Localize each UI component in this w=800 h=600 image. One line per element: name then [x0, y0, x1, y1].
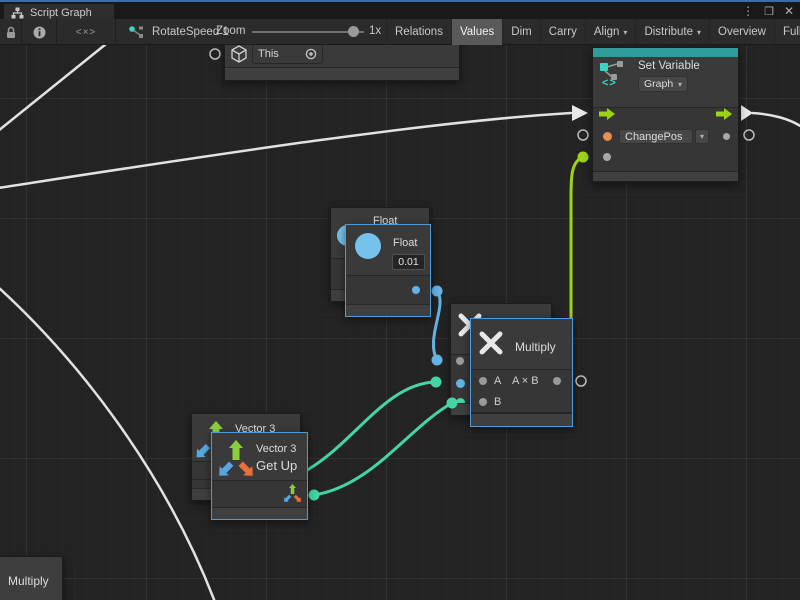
port-result-label: A × B: [512, 375, 539, 387]
graph-hierarchy-icon: [11, 7, 24, 19]
maximize-icon[interactable]: ❒: [764, 5, 774, 18]
fullscreen-button[interactable]: Full Screen: [774, 19, 800, 45]
code-brackets-icon: <>: [602, 77, 617, 89]
zoom-value: 1x: [369, 25, 381, 37]
distribute-dropdown[interactable]: Distribute ▾: [635, 19, 709, 45]
node-float[interactable]: Float 0.01: [345, 224, 431, 317]
variable-name-dropdown-button[interactable]: ▾: [695, 129, 709, 144]
result-port-dot[interactable]: [553, 377, 561, 385]
node-multiply-corner[interactable]: Multiply: [0, 556, 63, 600]
port-dot-orange[interactable]: [603, 132, 612, 141]
window-menu-icon[interactable]: ⋮: [742, 4, 754, 18]
cube-icon: [230, 45, 248, 63]
node-footer: [346, 304, 430, 316]
this-field-value: This: [258, 48, 305, 60]
chevron-down-icon: ▾: [700, 132, 704, 141]
multiply-icon: [477, 329, 505, 357]
zoom-label: Zoom: [216, 25, 245, 37]
port-b-dot[interactable]: [479, 398, 487, 406]
node-title: Vector 3: [256, 443, 296, 455]
node-title: Set Variable: [638, 60, 700, 72]
variable-scope-dropdown[interactable]: Graph ▾: [638, 76, 688, 92]
node-subtitle: Get Up: [256, 458, 297, 473]
info-button[interactable]: [22, 19, 57, 45]
output-port-dot[interactable]: [412, 286, 420, 294]
port-dot[interactable]: [723, 133, 730, 140]
vector3-sw-arrow-icon: [193, 441, 213, 461]
fullscreen-label: Full Screen: [783, 26, 800, 38]
script-graph-window: Float Vector 3: [0, 0, 800, 600]
node-title: Multiply: [515, 340, 556, 354]
float-icon: [355, 233, 381, 259]
variable-name-value: ChangePos: [625, 131, 683, 143]
align-dropdown[interactable]: Align ▾: [585, 19, 636, 45]
values-button[interactable]: Values: [451, 19, 502, 45]
overview-button[interactable]: Overview: [709, 19, 774, 45]
distribute-label: Distribute: [644, 26, 693, 38]
node-set-variable[interactable]: <> Set Variable Graph ▾ ChangePos ▾: [592, 47, 739, 182]
node-footer: [471, 413, 572, 426]
float-value: 0.01: [398, 256, 418, 268]
graph-breadcrumb[interactable]: RotateSpeed 1: [128, 19, 229, 45]
relations-button[interactable]: Relations: [386, 19, 451, 45]
chevron-down-icon: ▾: [697, 28, 701, 37]
align-label: Align: [594, 26, 620, 38]
code-preview-button[interactable]: <×>: [57, 19, 116, 45]
graph-toolbar: <×> RotateSpeed 1 Zoom 1x Relations Valu…: [0, 19, 800, 45]
port-a-label: A: [494, 375, 501, 387]
values-label: Values: [460, 26, 494, 38]
lock-button[interactable]: [0, 19, 22, 45]
this-object-field[interactable]: This: [252, 44, 323, 64]
port-b-label: B: [494, 396, 501, 408]
port-dot[interactable]: [603, 153, 611, 161]
divider: [346, 275, 430, 276]
node-footer: [593, 171, 738, 181]
node-title: Multiply: [8, 574, 49, 588]
node-footer: [225, 67, 459, 80]
node-footer: [212, 507, 307, 519]
chevron-down-icon: ▾: [623, 28, 627, 37]
dim-label: Dim: [511, 26, 531, 38]
dim-button[interactable]: Dim: [502, 19, 539, 45]
port-a-dot[interactable]: [479, 377, 487, 385]
scope-value: Graph: [644, 78, 673, 90]
relations-label: Relations: [395, 26, 443, 38]
port-dot-connected-blue[interactable]: [456, 379, 465, 388]
variable-name-field[interactable]: ChangePos: [619, 129, 693, 144]
float-value-field[interactable]: 0.01: [392, 254, 425, 270]
divider: [471, 369, 572, 370]
vector3-axes-icon: [217, 438, 255, 478]
divider: [212, 480, 307, 481]
toolbar-buttons: Relations Values Dim Carry Align ▾ Distr…: [386, 19, 800, 45]
tab-bar: Script Graph ⋮ ❒ ✕: [0, 0, 800, 19]
code-icon: <×>: [76, 27, 97, 38]
node-vector3-get-up[interactable]: Vector 3 Get Up: [211, 432, 308, 520]
zoom-slider-handle[interactable]: [348, 26, 359, 37]
node-title: Float: [393, 237, 417, 249]
tab-title: Script Graph: [30, 7, 92, 19]
info-icon: [33, 26, 46, 39]
carry-button[interactable]: Carry: [540, 19, 585, 45]
flow-out-arrow-icon[interactable]: [716, 108, 733, 120]
lock-icon: [5, 26, 17, 39]
carry-label: Carry: [549, 26, 577, 38]
script-graph-icon: [128, 25, 145, 40]
node-multiply[interactable]: Multiply A A × B B: [470, 318, 573, 427]
selection-highlight-bar: [593, 48, 738, 57]
port-dot[interactable]: [456, 357, 464, 365]
window-controls: ⋮ ❒ ✕: [742, 4, 794, 18]
overview-label: Overview: [718, 26, 766, 38]
flow-in-arrow-icon[interactable]: [599, 108, 616, 120]
close-icon[interactable]: ✕: [784, 4, 794, 18]
chevron-down-icon: ▾: [678, 80, 682, 89]
object-picker-icon[interactable]: [305, 48, 317, 60]
vector3-mini-icon: [283, 483, 302, 503]
